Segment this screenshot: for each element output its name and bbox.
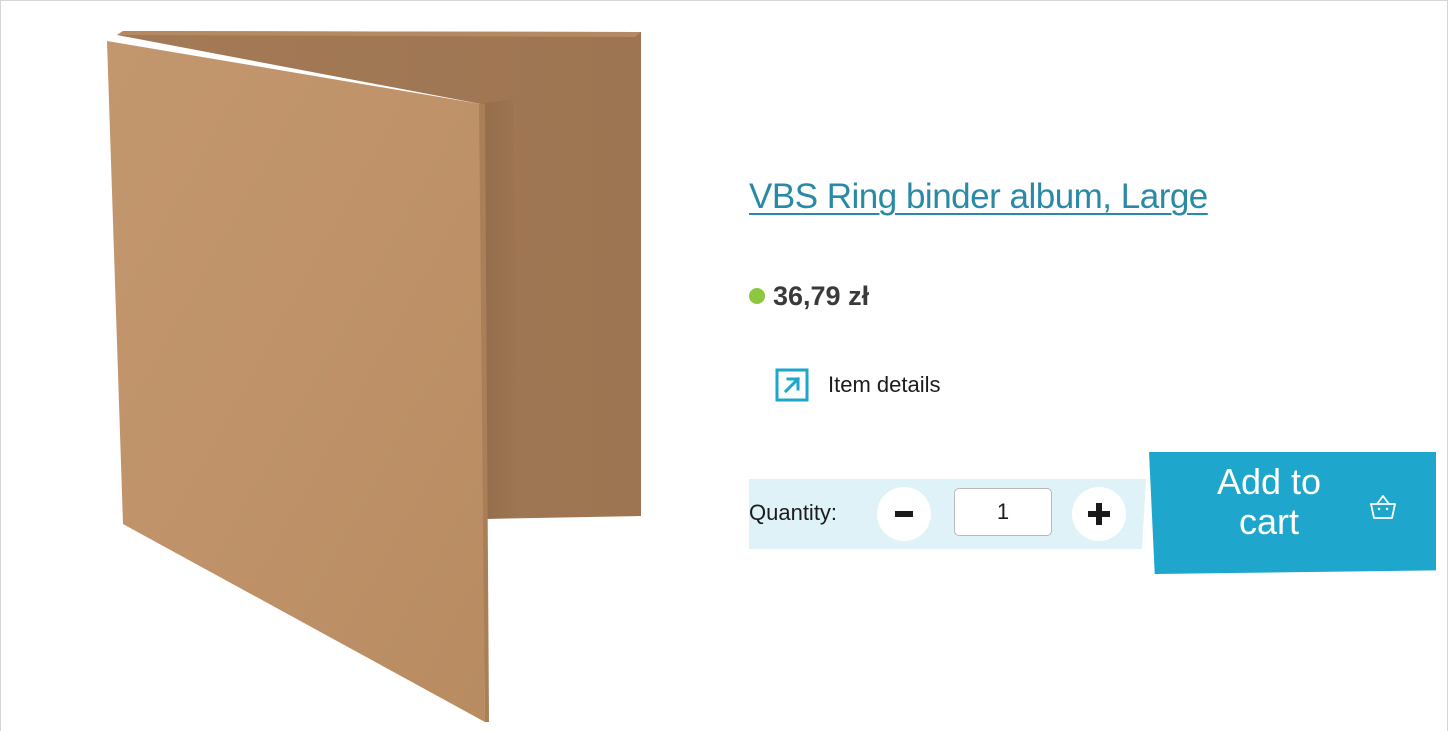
item-details-label: Item details (828, 372, 941, 397)
product-card: VBS Ring binder album, Large 36,79 zł It… (0, 0, 1448, 731)
minus-icon (895, 511, 913, 517)
quantity-increase-button[interactable] (1072, 487, 1126, 541)
availability-dot (749, 288, 765, 304)
external-link-icon (775, 368, 809, 402)
add-to-cart-label: Add to cart (1216, 461, 1322, 542)
add-to-cart-button[interactable]: Add to cart (1149, 452, 1436, 574)
price-row: 36,79 zł (749, 278, 869, 314)
product-price: 36,79 zł (773, 280, 870, 311)
item-details-link[interactable]: Item details (775, 367, 941, 403)
product-title-link[interactable]: VBS Ring binder album, Large (749, 177, 1208, 217)
quantity-decrease-button[interactable] (877, 487, 931, 541)
product-image[interactable] (101, 29, 641, 724)
plus-icon (1088, 503, 1110, 525)
basket-icon (1370, 495, 1396, 519)
quantity-input[interactable] (954, 488, 1052, 536)
quantity-label: Quantity: (749, 500, 838, 525)
